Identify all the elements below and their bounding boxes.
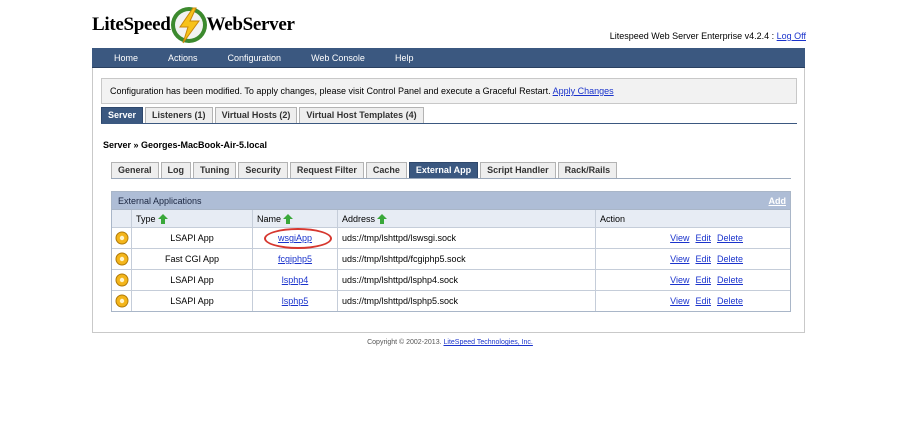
row-actions: View Edit Delete	[596, 249, 790, 269]
row-icon-cell	[112, 291, 132, 311]
tab-general[interactable]: General	[111, 162, 159, 178]
gear-icon	[115, 252, 128, 266]
table-row: LSAPI App wsgiApp uds://tmp/lshttpd/lsws…	[112, 227, 790, 249]
row-type: Fast CGI App	[132, 249, 253, 269]
view-link[interactable]: View	[670, 275, 689, 285]
row-name-cell: fcgiphp5	[253, 249, 338, 269]
app-name-link[interactable]: fcgiphp5	[278, 254, 312, 264]
tab-log[interactable]: Log	[160, 162, 192, 178]
sub-tabs-divider	[111, 178, 791, 179]
main-panel: Configuration has been modified. To appl…	[92, 68, 805, 333]
header-address[interactable]: Address	[338, 210, 596, 227]
tab-listeners[interactable]: Listeners (1)	[145, 107, 213, 123]
view-link[interactable]: View	[670, 254, 689, 264]
delete-link[interactable]: Delete	[717, 296, 743, 306]
gear-icon	[115, 273, 128, 287]
header-icon-cell	[112, 210, 132, 227]
version-info: Litespeed Web Server Enterprise v4.2.4 :…	[610, 31, 806, 41]
row-address: uds://tmp/lshttpd/lsphp5.sock	[338, 291, 596, 311]
delete-link[interactable]: Delete	[717, 275, 743, 285]
logo-text-right: WebServer	[206, 14, 295, 35]
menu-web-console[interactable]: Web Console	[297, 48, 381, 68]
gear-icon	[115, 231, 128, 245]
edit-link[interactable]: Edit	[695, 275, 711, 285]
row-name-cell: lsphp4	[253, 270, 338, 290]
menu-home[interactable]: Home	[92, 48, 154, 68]
tab-security[interactable]: Security	[238, 162, 288, 178]
tab-server[interactable]: Server	[101, 107, 144, 123]
row-name-cell: wsgiApp	[253, 228, 338, 249]
app-name-link[interactable]: wsgiApp	[263, 228, 333, 249]
header-name-label: Name	[257, 213, 282, 224]
edit-link[interactable]: Edit	[695, 233, 711, 243]
row-type: LSAPI App	[132, 270, 253, 290]
add-button[interactable]: Add	[769, 196, 787, 206]
footer: Copyright © 2002-2013. LiteSpeed Technol…	[0, 339, 900, 346]
table-row: Fast CGI App fcgiphp5 uds://tmp/lshttpd/…	[112, 248, 790, 269]
tab-virtual-host-templates[interactable]: Virtual Host Templates (4)	[299, 107, 424, 123]
logo: LiteSpeed WebServer	[92, 6, 295, 44]
tab-tuning[interactable]: Tuning	[193, 162, 237, 178]
delete-link[interactable]: Delete	[717, 233, 743, 243]
edit-link[interactable]: Edit	[695, 296, 711, 306]
row-actions: View Edit Delete	[596, 270, 790, 290]
header-action-label: Action	[600, 213, 626, 224]
notice-text: Configuration has been modified. To appl…	[110, 86, 551, 96]
logo-text-left: LiteSpeed	[92, 14, 171, 35]
sort-up-icon[interactable]	[283, 213, 294, 224]
row-icon-cell	[112, 228, 132, 248]
main-tabs: Server Listeners (1) Virtual Hosts (2) V…	[101, 107, 426, 123]
header-type[interactable]: Type	[132, 210, 253, 227]
row-type: LSAPI App	[132, 228, 253, 248]
row-icon-cell	[112, 249, 132, 269]
row-name-cell: lsphp5	[253, 291, 338, 311]
tab-rack-rails[interactable]: Rack/Rails	[557, 162, 618, 178]
row-address: uds://tmp/lshttpd/lsphp4.sock	[338, 270, 596, 290]
view-link[interactable]: View	[670, 233, 689, 243]
footer-copyright: Copyright © 2002-2013.	[367, 339, 442, 346]
logoff-link[interactable]: Log Off	[777, 31, 806, 41]
app-name-link[interactable]: lsphp4	[282, 275, 309, 285]
table-row: LSAPI App lsphp5 uds://tmp/lshttpd/lsphp…	[112, 290, 790, 311]
apply-changes-link[interactable]: Apply Changes	[553, 86, 614, 96]
tab-external-app[interactable]: External App	[408, 162, 479, 178]
footer-company-link[interactable]: LiteSpeed Technologies, Inc.	[444, 339, 533, 346]
edit-link[interactable]: Edit	[695, 254, 711, 264]
table-title-bar: External Applications Add	[112, 192, 790, 209]
sort-up-icon[interactable]	[157, 213, 168, 224]
breadcrumb: Server » Georges-MacBook-Air-5.local	[103, 140, 268, 150]
sort-up-icon[interactable]	[377, 213, 388, 224]
lightning-logo-icon	[169, 5, 209, 45]
main-menu: Home Actions Configuration Web Console H…	[92, 48, 805, 68]
header-address-label: Address	[342, 213, 376, 224]
gear-icon	[115, 294, 128, 308]
row-type: LSAPI App	[132, 291, 253, 311]
table-title: External Applications	[118, 195, 202, 206]
table-header-row: Type Name Address Action	[112, 209, 790, 227]
row-address: uds://tmp/lshttpd/lswsgi.sock	[338, 228, 596, 248]
main-tabs-divider	[101, 123, 797, 124]
table-row: LSAPI App lsphp4 uds://tmp/lshttpd/lsphp…	[112, 269, 790, 290]
row-actions: View Edit Delete	[596, 228, 790, 248]
version-text: Litespeed Web Server Enterprise v4.2.4 :	[609, 31, 775, 41]
menu-help[interactable]: Help	[381, 48, 430, 68]
tab-request-filter[interactable]: Request Filter	[289, 162, 364, 178]
tab-virtual-hosts[interactable]: Virtual Hosts (2)	[214, 107, 298, 123]
header-action: Action	[596, 210, 790, 227]
menu-actions[interactable]: Actions	[154, 48, 214, 68]
tab-script-handler[interactable]: Script Handler	[480, 162, 556, 178]
header-name[interactable]: Name	[253, 210, 338, 227]
delete-link[interactable]: Delete	[717, 254, 743, 264]
row-actions: View Edit Delete	[596, 291, 790, 311]
config-notice: Configuration has been modified. To appl…	[101, 78, 797, 104]
sub-tabs: General Log Tuning Security Request Filt…	[111, 162, 619, 178]
tab-cache[interactable]: Cache	[365, 162, 407, 178]
view-link[interactable]: View	[670, 296, 689, 306]
header-type-label: Type	[136, 213, 156, 224]
row-icon-cell	[112, 270, 132, 290]
menu-configuration[interactable]: Configuration	[214, 48, 298, 68]
row-address: uds://tmp/lshttpd/fcgiphp5.sock	[338, 249, 596, 269]
app-name-link[interactable]: lsphp5	[282, 296, 309, 306]
external-apps-table: External Applications Add Type Name Addr…	[111, 191, 791, 312]
